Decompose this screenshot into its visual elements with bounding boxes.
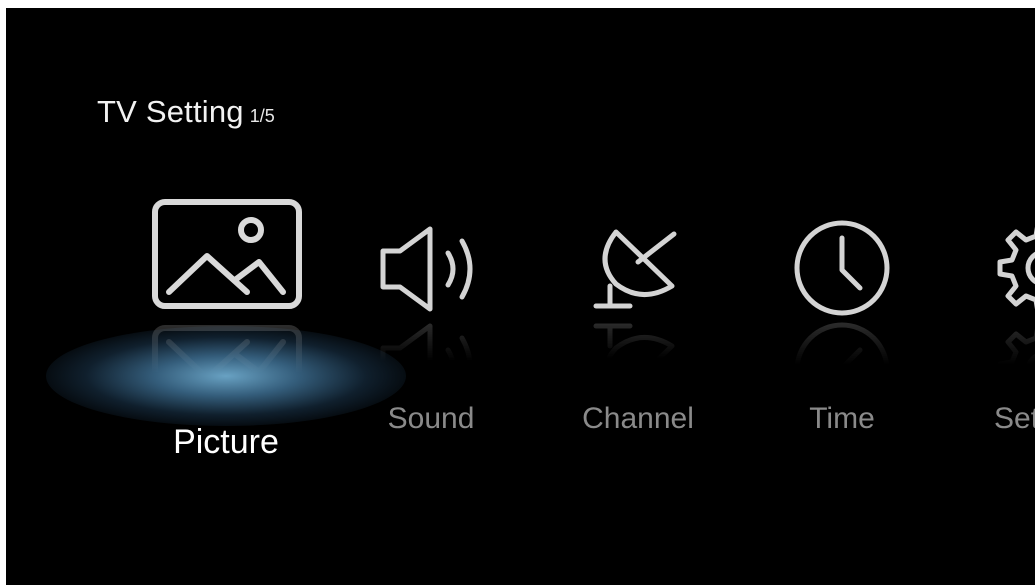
menu-item-time[interactable]: Time (782, 8, 902, 585)
menu-item-channel[interactable]: Channel (568, 8, 708, 585)
picture-icon (152, 199, 302, 309)
clock-icon (794, 220, 890, 316)
menu-item-label: Sound (387, 402, 475, 435)
menu-item-picture[interactable]: Picture (146, 8, 306, 585)
speaker-icon-reflection (380, 323, 473, 409)
satellite-dish-icon-reflection (593, 323, 677, 403)
satellite-dish-icon (593, 229, 677, 309)
menu-item-label: Picture (173, 423, 279, 461)
menu-item-setup[interactable]: Setup (994, 8, 1035, 585)
tv-settings-screen: TV Setting 1/5 Picture Sound Channel Tim… (6, 8, 1035, 585)
menu-item-label: Setup (994, 402, 1035, 435)
menu-item-label: Channel (582, 402, 694, 435)
menu-item-label: Time (809, 402, 875, 435)
gear-icon (997, 226, 1035, 310)
picture-icon-reflection (152, 325, 302, 435)
speaker-icon (380, 226, 473, 312)
menu-item-sound[interactable]: Sound (366, 8, 496, 585)
